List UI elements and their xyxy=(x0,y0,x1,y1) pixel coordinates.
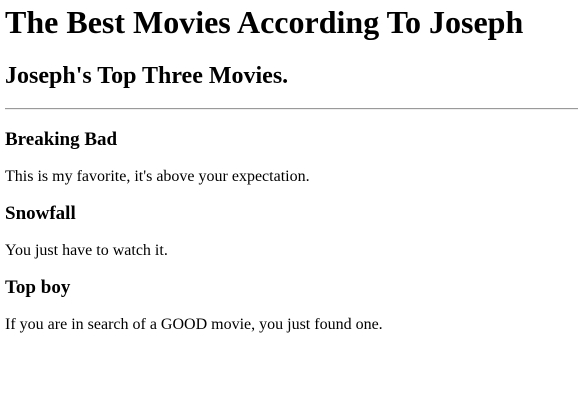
movie-title: Top boy xyxy=(5,277,71,298)
page-title: The Best Movies According To Joseph xyxy=(5,4,524,40)
movie-list: Breaking Bad This is my favorite, it's a… xyxy=(5,129,578,335)
movie-description: You just have to watch it. xyxy=(5,242,168,259)
movie-title: Breaking Bad xyxy=(5,129,118,150)
page-subtitle: Joseph's Top Three Movies. xyxy=(5,63,289,89)
movie-title: Snowfall xyxy=(5,203,76,224)
movie-item: Breaking Bad This is my favorite, it's a… xyxy=(5,129,578,187)
divider xyxy=(5,108,578,110)
page: The Best Movies According To Joseph Jose… xyxy=(0,0,583,417)
movie-description: If you are in search of a GOOD movie, yo… xyxy=(5,316,383,333)
movie-item: Top boy If you are in search of a GOOD m… xyxy=(5,277,578,335)
movie-description: This is my favorite, it's above your exp… xyxy=(5,168,310,185)
movie-item: Snowfall You just have to watch it. xyxy=(5,203,578,261)
